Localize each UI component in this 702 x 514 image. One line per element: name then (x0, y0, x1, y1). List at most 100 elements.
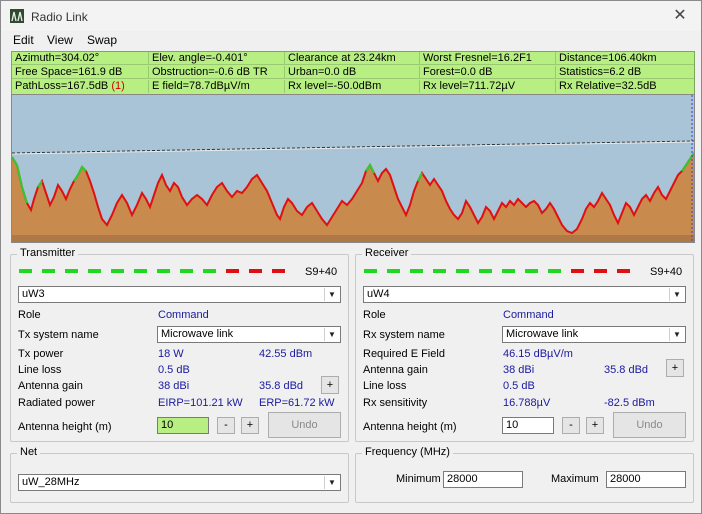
tx-power-label: Tx power (18, 348, 64, 360)
tx-system-select[interactable]: Microwave link ▼ (157, 326, 341, 343)
stat-distance: Distance=106.40km (556, 52, 694, 65)
tx-power-w: 18 W (158, 348, 184, 360)
rx-undo-button[interactable]: Undo (613, 412, 686, 438)
tx-antenna-plus-button[interactable]: + (321, 376, 339, 394)
rx-height-input[interactable]: 10 (502, 417, 554, 434)
stat-obstruction: Obstruction=-0.6 dB TR (149, 66, 285, 79)
rx-meter-label: S9+40 (650, 266, 683, 278)
tx-meter-label: S9+40 (305, 266, 338, 278)
stat-e-field: E field=78.7dBµV/m (149, 80, 285, 93)
net-select[interactable]: uW_28MHz ▼ (18, 474, 341, 491)
stat-clearance: Clearance at 23.24km (285, 52, 420, 65)
rx-antenna-plus-button[interactable]: + (666, 359, 684, 377)
rx-system-label: Rx system name (363, 329, 445, 341)
tx-unit-select[interactable]: uW3 ▼ (18, 286, 341, 303)
tx-eirp: EIRP=101.21 kW (158, 397, 243, 409)
menu-view[interactable]: View (47, 33, 73, 47)
frequency-max-value: 28000 (610, 473, 641, 485)
receiver-title: Receiver (362, 247, 412, 259)
chevron-down-icon: ▼ (324, 288, 339, 301)
stat-forest: Forest=0.0 dB (420, 66, 556, 79)
tx-height-input[interactable]: 10 (157, 417, 209, 434)
net-group: Net uW_28MHz ▼ (10, 446, 349, 503)
rx-lineloss-value: 0.5 dB (503, 380, 535, 392)
frequency-max-label: Maximum (551, 473, 599, 485)
rx-efield-value: 46.15 dBµV/m (503, 348, 573, 360)
rx-role-label: Role (363, 309, 386, 321)
tx-gain-dbd: 35.8 dBd (259, 380, 304, 392)
stat-worst-fresnel: Worst Fresnel=16.2F1 (420, 52, 556, 65)
stat-elevation: Elev. angle=-0.401° (149, 52, 285, 65)
rx-gain-dbi: 38 dBi (503, 364, 535, 376)
tx-role-value: Command (158, 309, 209, 321)
rx-gain-label: Antenna gain (363, 364, 428, 376)
rx-height-plus-button[interactable]: + (586, 417, 604, 434)
tx-gain-label: Antenna gain (18, 380, 83, 392)
link-stats-panel: Azimuth=304.02° Elev. angle=-0.401° Clea… (11, 51, 695, 95)
tx-height-value: 10 (161, 419, 174, 431)
tx-system-label: Tx system name (18, 329, 99, 341)
rx-height-minus-button[interactable]: - (562, 417, 580, 434)
stat-azimuth: Azimuth=304.02° (12, 52, 149, 65)
net-title: Net (17, 446, 41, 458)
terrain-profile-graph (12, 95, 694, 242)
radio-link-window: Radio Link ✕ Edit View Swap Azimuth=304.… (0, 0, 702, 514)
tx-radiated-label: Radiated power (18, 397, 96, 409)
pathloss-flag: (1) (111, 80, 125, 92)
transmitter-group: Transmitter S9+40 uW3 ▼ Role Command Tx s… (10, 247, 349, 442)
stat-statistics: Statistics=6.2 dB (556, 66, 694, 79)
rx-signal-meter (364, 269, 639, 275)
tx-role-label: Role (18, 309, 41, 321)
profile-ground-band (12, 235, 694, 242)
rx-role-value: Command (503, 309, 554, 321)
frequency-group: Frequency (MHz) Minimum 28000 Maximum 28… (355, 446, 694, 503)
stat-free-space: Free Space=161.9 dB (12, 66, 149, 79)
tx-lineloss-label: Line loss (18, 364, 62, 376)
transmitter-title: Transmitter (17, 247, 79, 259)
tx-lineloss-value: 0.5 dB (158, 364, 190, 376)
stat-pathloss-text: PathLoss=167.5dB (15, 80, 109, 92)
rx-sensitivity-dbm: -82.5 dBm (604, 397, 655, 409)
rx-efield-label: Required E Field (363, 348, 445, 360)
rx-lineloss-label: Line loss (363, 380, 407, 392)
rx-sensitivity-label: Rx sensitivity (363, 397, 428, 409)
frequency-min-input[interactable]: 28000 (443, 471, 523, 488)
rx-system-select[interactable]: Microwave link ▼ (502, 326, 686, 343)
title-bar[interactable]: Radio Link ✕ (1, 1, 701, 31)
stat-pathloss: PathLoss=167.5dB (1) (12, 80, 149, 93)
tx-power-dbm: 42.55 dBm (259, 348, 313, 360)
tx-height-label: Antenna height (m) (18, 421, 112, 433)
menu-edit[interactable]: Edit (13, 33, 34, 47)
tx-system-value: Microwave link (161, 328, 234, 340)
chevron-down-icon: ▼ (669, 288, 684, 301)
frequency-min-value: 28000 (447, 473, 478, 485)
terrain-profile[interactable] (11, 94, 695, 243)
rx-height-label: Antenna height (m) (363, 421, 457, 433)
tx-erp: ERP=61.72 kW (259, 397, 335, 409)
chevron-down-icon: ▼ (669, 328, 684, 341)
tx-undo-button[interactable]: Undo (268, 412, 341, 438)
tx-unit-value: uW3 (22, 288, 45, 300)
tx-gain-dbi: 38 dBi (158, 380, 190, 392)
receiver-group: Receiver S9+40 uW4 ▼ Role Command Rx syst… (355, 247, 694, 442)
close-button[interactable]: ✕ (665, 5, 695, 27)
rx-gain-dbd: 35.8 dBd (604, 364, 649, 376)
frequency-min-label: Minimum (396, 473, 441, 485)
tx-height-plus-button[interactable]: + (241, 417, 259, 434)
menu-bar: Edit View Swap (1, 31, 701, 51)
rx-unit-select[interactable]: uW4 ▼ (363, 286, 686, 303)
stat-rx-level-uv: Rx level=711.72µV (420, 80, 556, 93)
window-title: Radio Link (31, 10, 88, 24)
menu-swap[interactable]: Swap (87, 33, 117, 47)
tx-height-minus-button[interactable]: - (217, 417, 235, 434)
chevron-down-icon: ▼ (324, 476, 339, 489)
radio-mobile-icon (10, 9, 24, 23)
stat-rx-relative: Rx Relative=32.5dB (559, 80, 657, 92)
rx-height-value: 10 (506, 419, 519, 431)
rx-sensitivity-uv: 16.788µV (503, 397, 551, 409)
rx-system-value: Microwave link (506, 328, 579, 340)
rx-unit-value: uW4 (367, 288, 390, 300)
frequency-title: Frequency (MHz) (362, 446, 453, 458)
frequency-max-input[interactable]: 28000 (606, 471, 686, 488)
tx-signal-meter (19, 269, 294, 275)
